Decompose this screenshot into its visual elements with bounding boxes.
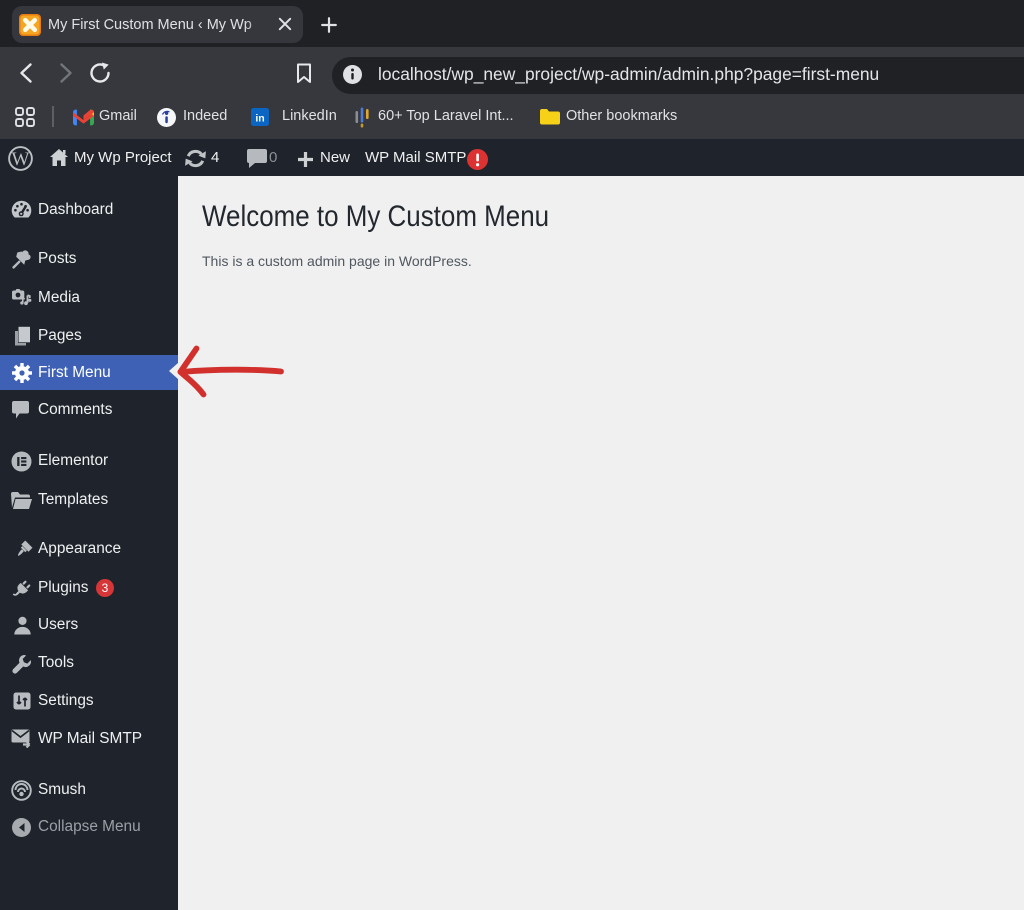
svg-text:in: in [255, 113, 264, 125]
svg-text:W: W [12, 149, 30, 170]
